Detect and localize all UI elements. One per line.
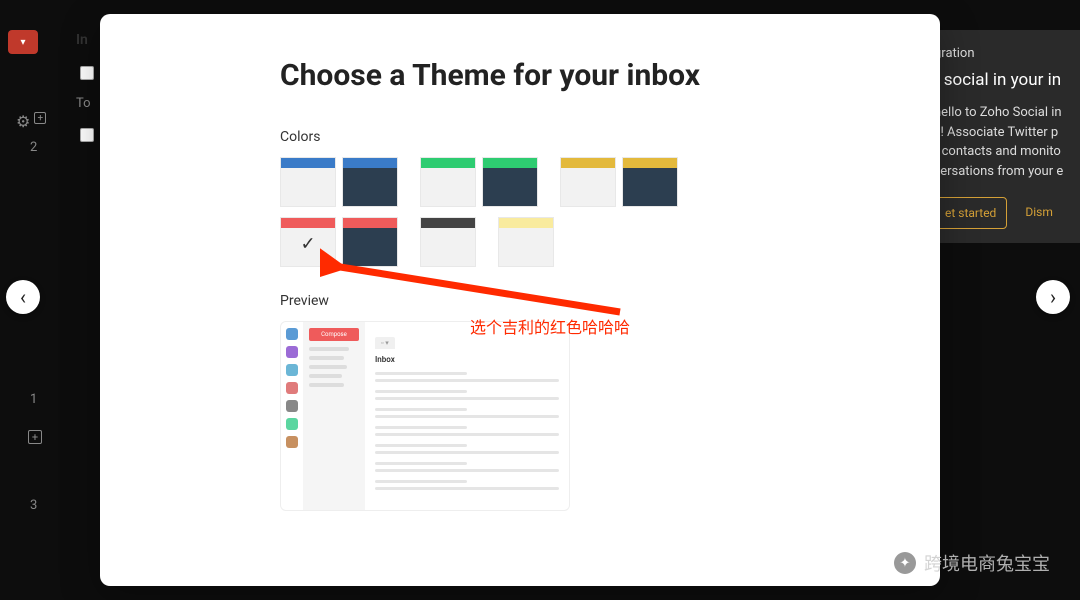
annotation-text: 选个吉利的红色哈哈哈 — [470, 314, 630, 338]
preview-rail — [281, 322, 303, 510]
modal-title: Choose a Theme for your inbox — [280, 58, 880, 93]
colors-label: Colors — [280, 129, 880, 145]
preview-inbox-title: Inbox — [375, 355, 559, 364]
promo-body: hello to Zoho Social in — [934, 103, 1066, 123]
theme-green[interactable] — [420, 157, 538, 207]
rail-icon — [286, 364, 298, 376]
today-label: To — [76, 96, 91, 111]
promo-body: r contacts and monito — [934, 142, 1066, 162]
sidebar-count: 1 — [30, 392, 37, 407]
mail-checkbox[interactable] — [80, 128, 94, 142]
rail-icon — [286, 346, 298, 358]
chevron-right-icon: › — [1050, 285, 1056, 309]
rail-icon — [286, 436, 298, 448]
watermark-text: 跨境电商兔宝宝 — [924, 550, 1050, 576]
theme-gray[interactable] — [420, 217, 476, 267]
workspace-dropdown-icon[interactable]: ▾ — [8, 30, 38, 54]
theme-preview: Compose ▫ ▾ Inbox — [280, 321, 570, 511]
preview-tab: ▫ ▾ — [375, 337, 395, 349]
plus-box-icon[interactable]: + — [34, 112, 46, 124]
carousel-next-button[interactable]: › — [1036, 280, 1070, 314]
promo-title: t social in your in — [934, 68, 1066, 94]
theme-swatches: ✓ — [280, 157, 740, 267]
theme-yellow[interactable] — [560, 157, 678, 207]
inbox-heading: In — [76, 32, 88, 48]
check-icon: ✓ — [300, 234, 315, 255]
promo-body: versations from your e — [934, 162, 1066, 182]
watermark: ✦ 跨境电商兔宝宝 — [894, 550, 1050, 576]
mail-checkbox[interactable] — [80, 66, 94, 80]
gear-icon[interactable]: ⚙ — [16, 112, 30, 131]
theme-blue[interactable] — [280, 157, 398, 207]
rail-icon — [286, 328, 298, 340]
wechat-icon: ✦ — [894, 552, 916, 574]
preview-compose-button: Compose — [309, 328, 359, 341]
rail-icon — [286, 382, 298, 394]
sidebar-count: 2 — [30, 140, 37, 155]
promo-eyebrow: gration — [934, 44, 1066, 64]
chevron-left-icon: ‹ — [20, 285, 26, 309]
preview-main: ▫ ▾ Inbox — [365, 322, 569, 510]
rail-icon — [286, 400, 298, 412]
theme-modal: Choose a Theme for your inbox Colors ✓ P… — [100, 14, 940, 586]
preview-label: Preview — [280, 293, 880, 309]
dismiss-button[interactable]: Dism — [1015, 197, 1063, 229]
preview-sidebar: Compose — [303, 322, 365, 510]
get-started-button[interactable]: et started — [934, 197, 1007, 229]
rail-icon — [286, 418, 298, 430]
theme-red[interactable]: ✓ — [280, 217, 398, 267]
carousel-prev-button[interactable]: ‹ — [6, 280, 40, 314]
plus-box-icon[interactable]: + — [28, 430, 42, 444]
promo-card: gration t social in your in hello to Zoh… — [920, 30, 1080, 243]
theme-lightyellow[interactable] — [498, 217, 554, 267]
sidebar-count: 3 — [30, 498, 37, 513]
promo-body: x! Associate Twitter p — [934, 123, 1066, 143]
